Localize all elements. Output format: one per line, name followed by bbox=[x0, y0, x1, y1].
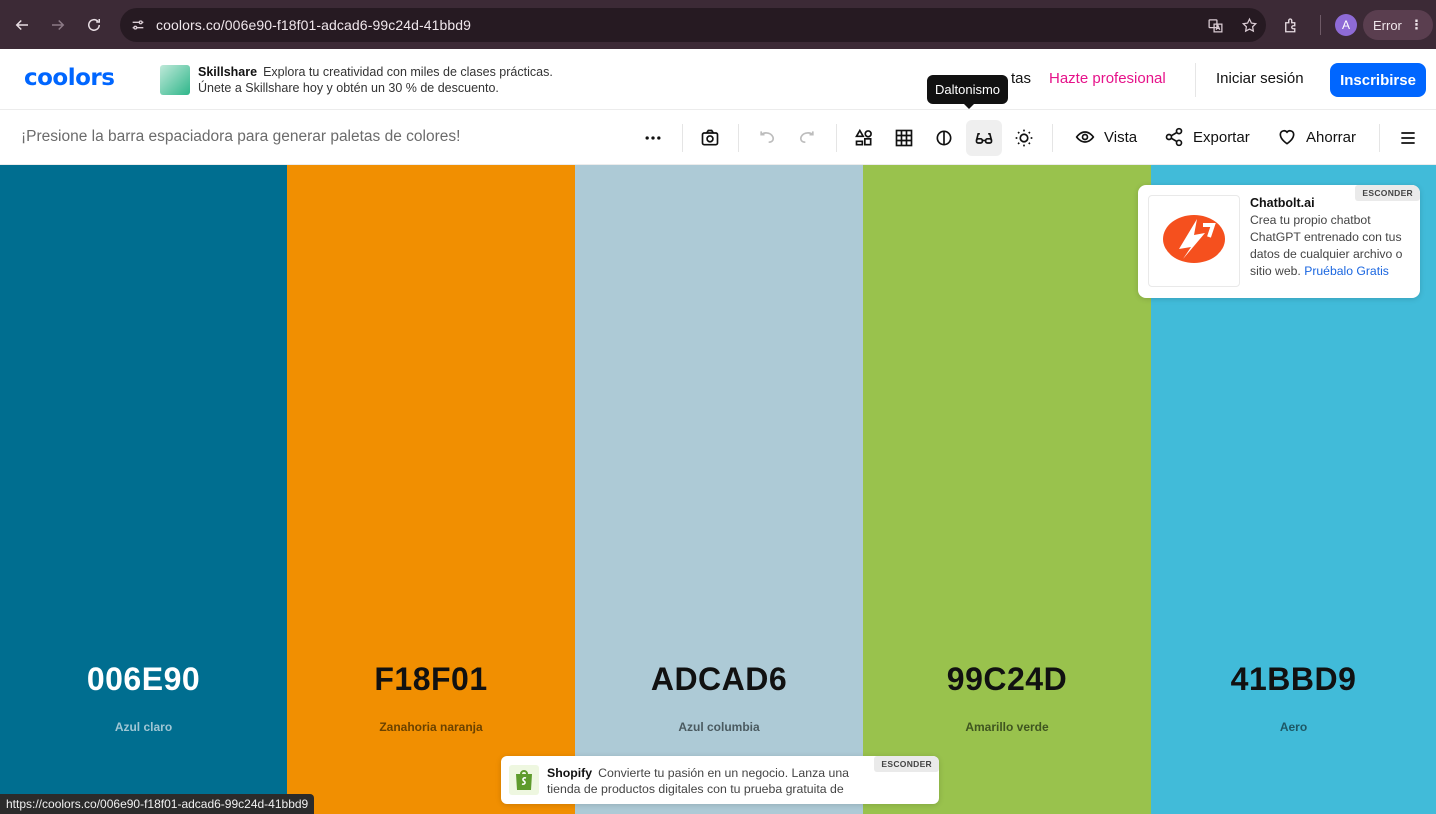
ad-body: Crea tu propio chatbot ChatGPT entrenado… bbox=[1250, 212, 1414, 280]
browser-actions: A Error ⋮ bbox=[1276, 8, 1433, 42]
shapes-button[interactable] bbox=[846, 120, 882, 156]
site-header: coolors Skillshare Explora tu creatividad… bbox=[0, 49, 1436, 110]
color-swatch[interactable]: 99C24D Amarillo verde bbox=[863, 165, 1151, 814]
divider bbox=[1379, 124, 1380, 152]
ad-cta-link[interactable]: Pruébalo Gratis bbox=[1304, 264, 1389, 278]
color-swatch[interactable]: 006E90 Azul claro bbox=[0, 165, 287, 814]
login-link[interactable]: Iniciar sesión bbox=[1216, 70, 1304, 87]
divider bbox=[1052, 124, 1053, 152]
chatbolt-logo bbox=[1148, 195, 1240, 287]
view-label: Vista bbox=[1104, 128, 1138, 146]
shopping-bag-icon bbox=[516, 770, 532, 790]
more-options-button[interactable] bbox=[635, 120, 671, 156]
camera-icon bbox=[701, 129, 719, 146]
shopify-ad[interactable]: Shopify Convierte tu pasión en un negocio… bbox=[501, 756, 939, 804]
error-label: Error bbox=[1373, 17, 1402, 33]
divider bbox=[1320, 15, 1321, 35]
bookmark-star-icon[interactable] bbox=[1232, 17, 1266, 34]
browser-toolbar: coolors.co/006e90-f18f01-adcad6-99c24d-4… bbox=[0, 0, 1436, 49]
reload-icon bbox=[88, 18, 100, 31]
go-pro-link[interactable]: Hazte profesional bbox=[1049, 70, 1166, 87]
hex-code[interactable]: 41BBD9 bbox=[1151, 661, 1436, 698]
export-button[interactable]: Exportar bbox=[1164, 127, 1250, 147]
menu-button[interactable] bbox=[1390, 120, 1426, 156]
redo-button[interactable] bbox=[789, 120, 825, 156]
heart-icon bbox=[1279, 129, 1295, 145]
screenshot-button[interactable] bbox=[692, 120, 728, 156]
palette-toolbar: ¡Presione la barra espaciadora para gene… bbox=[0, 110, 1436, 165]
address-bar[interactable]: coolors.co/006e90-f18f01-adcad6-99c24d-4… bbox=[120, 8, 1266, 42]
forward-button[interactable] bbox=[40, 7, 76, 43]
save-button[interactable]: Ahorrar bbox=[1277, 127, 1356, 147]
more-horiz-icon bbox=[645, 136, 661, 140]
redo-icon bbox=[800, 131, 814, 143]
color-blindness-button[interactable] bbox=[966, 120, 1002, 156]
contrast-button[interactable] bbox=[926, 120, 962, 156]
reload-button[interactable] bbox=[76, 7, 112, 43]
coolors-logo[interactable]: coolors bbox=[24, 65, 115, 91]
hamburger-menu-icon bbox=[1401, 132, 1415, 144]
color-name: Amarillo verde bbox=[965, 720, 1049, 734]
sun-icon bbox=[1015, 129, 1033, 147]
skillshare-ad[interactable]: Skillshare Explora tu creatividad con mil… bbox=[198, 64, 553, 96]
color-swatch[interactable]: ADCAD6 Azul columbia bbox=[575, 165, 863, 814]
share-icon bbox=[1165, 127, 1183, 147]
contrast-icon bbox=[936, 130, 952, 146]
arrow-left-icon bbox=[15, 19, 28, 31]
ad-copy: Convierte tu pasión en un negocio. Lanza… bbox=[547, 766, 849, 796]
hide-ad-button[interactable]: ESCONDER bbox=[1355, 185, 1420, 201]
color-name: Azul columbia bbox=[678, 720, 760, 734]
hex-code[interactable]: ADCAD6 bbox=[575, 661, 863, 698]
nav-link-partial[interactable]: tas bbox=[1011, 70, 1031, 87]
shapes-icon bbox=[855, 128, 872, 146]
link-status-bar: https://coolors.co/006e90-f18f01-adcad6-… bbox=[0, 794, 315, 814]
ad-brand: Shopify bbox=[547, 766, 593, 780]
hide-ad-button[interactable]: ESCONDER bbox=[874, 756, 939, 772]
more-vert-icon: ⋮ bbox=[1409, 17, 1423, 32]
divider bbox=[682, 124, 683, 152]
glasses-icon bbox=[975, 133, 993, 144]
undo-button[interactable] bbox=[749, 120, 785, 156]
signup-button[interactable]: Inscribirse bbox=[1330, 63, 1426, 97]
skillshare-ad-image[interactable] bbox=[160, 65, 190, 95]
hex-code[interactable]: 006E90 bbox=[0, 661, 287, 698]
chatbolt-ad[interactable]: ESCONDER Chatbolt.ai Crea tu propio chat… bbox=[1138, 185, 1420, 298]
hex-code[interactable]: F18F01 bbox=[287, 661, 575, 698]
arrow-right-icon bbox=[52, 19, 65, 31]
divider bbox=[738, 124, 739, 152]
view-button[interactable]: Vista bbox=[1075, 127, 1137, 147]
brightness-button[interactable] bbox=[1006, 120, 1042, 156]
url-text: coolors.co/006e90-f18f01-adcad6-99c24d-4… bbox=[156, 17, 472, 33]
color-name: Azul claro bbox=[114, 720, 173, 734]
hex-code[interactable]: 99C24D bbox=[863, 661, 1151, 698]
ad-line-1: Explora tu creatividad con miles de clas… bbox=[263, 65, 553, 79]
ad-title: Chatbolt.ai bbox=[1250, 196, 1315, 210]
translate-icon[interactable] bbox=[1198, 17, 1232, 34]
grid-view-button[interactable] bbox=[886, 120, 922, 156]
site-settings-icon[interactable] bbox=[120, 17, 156, 33]
eye-icon bbox=[1075, 131, 1095, 143]
export-label: Exportar bbox=[1193, 128, 1250, 146]
undo-icon bbox=[760, 131, 774, 143]
save-label: Ahorrar bbox=[1306, 128, 1357, 146]
grid-icon bbox=[895, 129, 913, 147]
ad-brand: Skillshare bbox=[198, 65, 258, 79]
ad-line-2: Únete a Skillshare hoy y obtén un 30 % d… bbox=[198, 81, 499, 95]
color-name: Aero bbox=[1279, 720, 1308, 734]
tooltip: Daltonismo bbox=[927, 75, 1009, 109]
shopify-ad-text: Shopify Convierte tu pasión en un negocio… bbox=[547, 765, 877, 797]
spacebar-hint: ¡Presione la barra espaciadora para gene… bbox=[21, 128, 461, 145]
error-menu-button[interactable]: Error ⋮ bbox=[1363, 10, 1433, 40]
lightning-bolt-icon bbox=[1163, 215, 1225, 263]
extensions-icon[interactable] bbox=[1276, 7, 1306, 43]
divider bbox=[1195, 63, 1196, 97]
divider bbox=[836, 124, 837, 152]
shopify-logo bbox=[509, 765, 539, 795]
back-button[interactable] bbox=[4, 7, 40, 43]
profile-avatar[interactable]: A bbox=[1335, 14, 1357, 36]
color-swatch[interactable]: F18F01 Zanahoria naranja bbox=[287, 165, 575, 814]
color-name: Zanahoria naranja bbox=[379, 720, 483, 734]
